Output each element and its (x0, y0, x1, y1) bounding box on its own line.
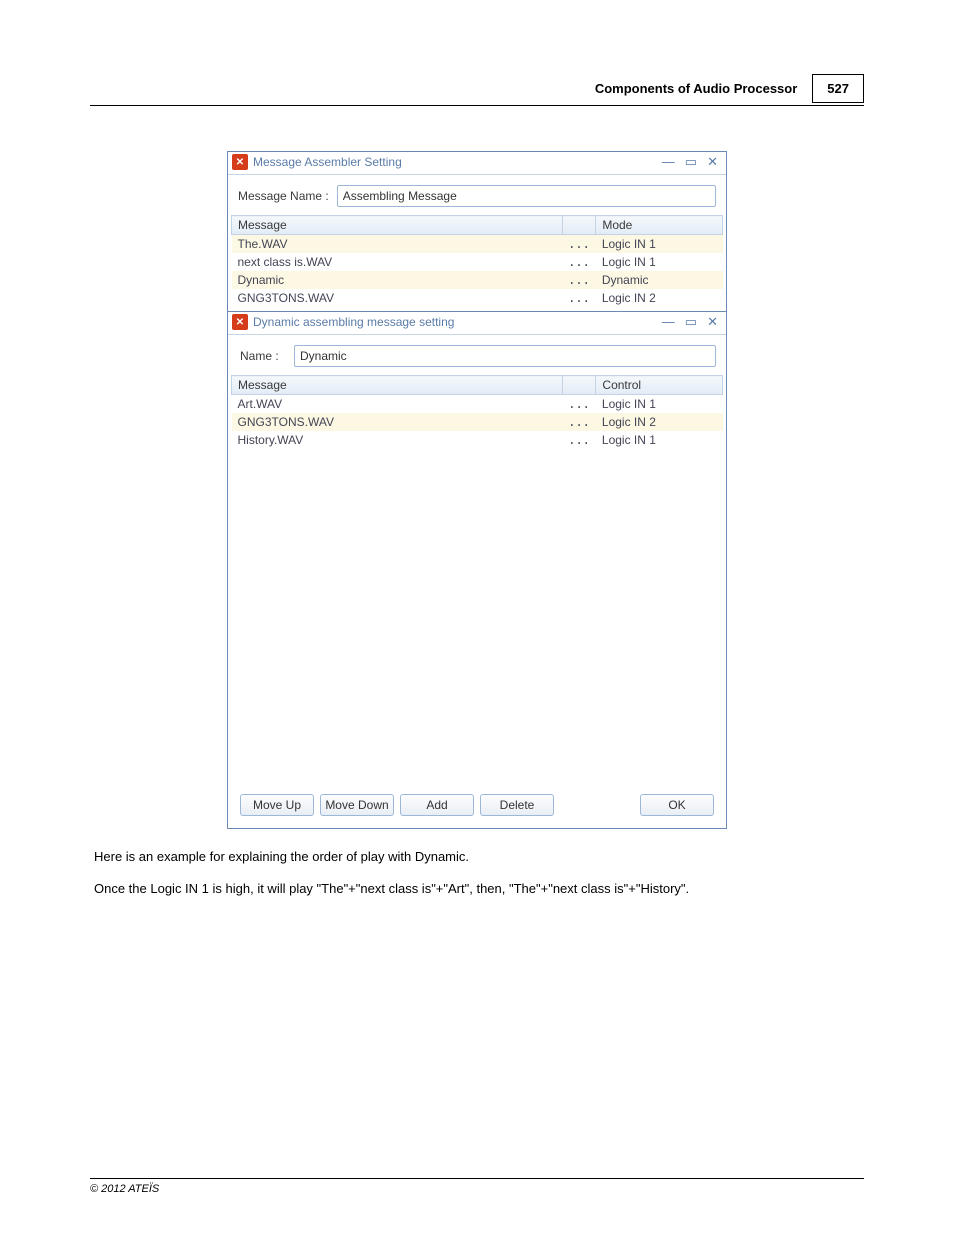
name-input[interactable] (294, 345, 716, 367)
table-row[interactable]: Art.WAV ... Logic IN 1 (232, 395, 723, 414)
col-mode: Mode (596, 216, 723, 235)
maximize-icon[interactable]: ▭ (683, 154, 699, 170)
ok-button[interactable]: OK (640, 794, 714, 816)
move-up-button[interactable]: Move Up (240, 794, 314, 816)
message-table: Message Mode The.WAV ... Logic IN 1 next… (231, 215, 723, 307)
col-message: Message (232, 376, 563, 395)
browse-button[interactable]: ... (562, 431, 596, 449)
table-row[interactable]: next class is.WAV ... Logic IN 1 (232, 253, 723, 271)
browse-button[interactable]: ... (562, 271, 596, 289)
app-icon: ✕ (232, 154, 248, 170)
app-icon: ✕ (232, 314, 248, 330)
message-name-label: Message Name : (238, 189, 329, 203)
table-row[interactable]: Dynamic ... Dynamic (232, 271, 723, 289)
window2-title: Dynamic assembling message setting (253, 315, 660, 329)
table-row[interactable]: GNG3TONS.WAV ... Logic IN 2 (232, 289, 723, 307)
table-row[interactable]: History.WAV ... Logic IN 1 (232, 431, 723, 449)
paragraph-2: Once the Logic IN 1 is high, it will pla… (90, 879, 864, 899)
browse-button[interactable]: ... (562, 235, 596, 254)
browse-button[interactable]: ... (562, 413, 596, 431)
dynamic-assembling-window: ✕ Dynamic assembling message setting — ▭… (228, 311, 726, 828)
maximize-icon[interactable]: ▭ (683, 314, 699, 330)
footer-copyright: © 2012 ATEÏS (90, 1178, 864, 1195)
table-row[interactable]: The.WAV ... Logic IN 1 (232, 235, 723, 254)
browse-button[interactable]: ... (562, 253, 596, 271)
message-assembler-window: ✕ Message Assembler Setting — ▭ ✕ Messag… (227, 151, 727, 829)
control-table: Message Control Art.WAV ... Logic IN 1 G… (231, 375, 723, 449)
page-number: 527 (812, 74, 864, 103)
minimize-icon[interactable]: — (660, 154, 677, 170)
window1-title: Message Assembler Setting (253, 155, 660, 169)
close-icon[interactable]: ✕ (705, 154, 720, 170)
col-control: Control (596, 376, 723, 395)
header-title: Components of Audio Processor (595, 81, 797, 96)
add-button[interactable]: Add (400, 794, 474, 816)
message-name-input[interactable] (337, 185, 716, 207)
name-label: Name : (238, 349, 286, 363)
close-icon[interactable]: ✕ (705, 314, 720, 330)
minimize-icon[interactable]: — (660, 314, 677, 330)
move-down-button[interactable]: Move Down (320, 794, 394, 816)
browse-button[interactable]: ... (562, 395, 596, 414)
table-row[interactable]: GNG3TONS.WAV ... Logic IN 2 (232, 413, 723, 431)
col-message: Message (232, 216, 563, 235)
paragraph-1: Here is an example for explaining the or… (90, 847, 864, 867)
browse-button[interactable]: ... (562, 289, 596, 307)
delete-button[interactable]: Delete (480, 794, 554, 816)
